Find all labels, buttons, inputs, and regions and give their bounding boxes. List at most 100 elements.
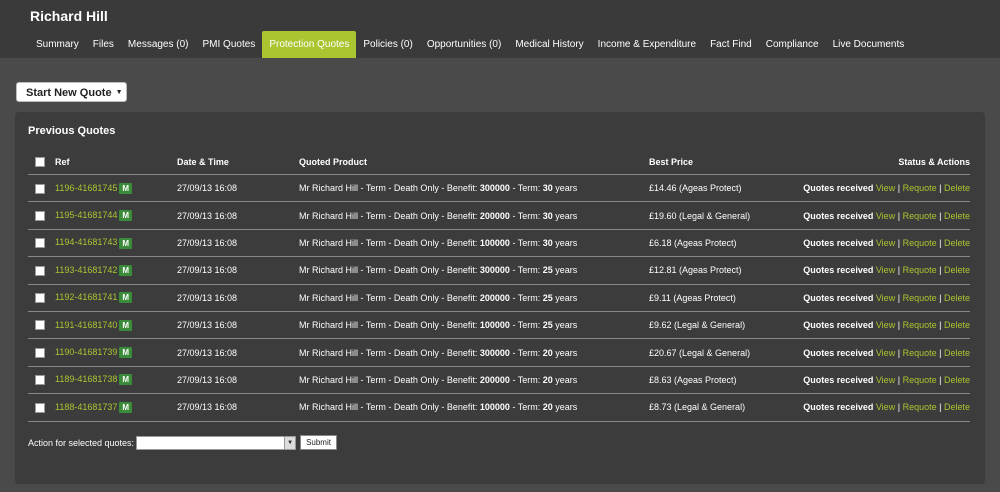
product-prefix: Mr Richard Hill - Term - Death Only - Be… (299, 402, 480, 413)
term-label: - Term: (509, 210, 543, 221)
start-new-quote-button[interactable]: Start New Quote ▼ (16, 82, 127, 102)
view-link[interactable]: View (876, 348, 895, 358)
row-checkbox[interactable] (35, 375, 45, 386)
price-cell: £8.73 (Legal & General) (649, 393, 789, 422)
row-checkbox[interactable] (35, 265, 45, 276)
status-text: Quotes received (803, 265, 874, 276)
delete-link[interactable]: Delete (944, 320, 970, 330)
select-all-checkbox[interactable] (35, 157, 45, 168)
product-prefix: Mr Richard Hill - Term - Death Only - Be… (299, 320, 480, 331)
tab-summary[interactable]: Summary (29, 31, 86, 58)
tab-files[interactable]: Files (86, 31, 121, 58)
ref-link[interactable]: 1191-41681740 (55, 320, 117, 330)
status-text: Quotes received (803, 402, 874, 413)
row-select-cell (28, 393, 55, 422)
tab-pmi-quotes[interactable]: PMI Quotes (196, 31, 263, 58)
ref-link[interactable]: 1196-41681745 (55, 183, 117, 193)
previous-quotes-panel: Previous Quotes Ref Date & Time Quoted P… (15, 112, 985, 484)
ref-link[interactable]: 1188-41681737 (55, 402, 117, 412)
view-link[interactable]: View (876, 183, 895, 193)
m-badge: M (119, 182, 133, 194)
row-select-cell (28, 338, 55, 367)
delete-link[interactable]: Delete (944, 183, 970, 193)
status-text: Quotes received (803, 374, 874, 385)
requote-link[interactable]: Requote (903, 293, 937, 303)
status-cell: Quotes received View | Requote | Delete (789, 256, 970, 285)
separator: | (897, 237, 901, 248)
view-link[interactable]: View (876, 375, 895, 385)
m-badge: M (119, 401, 133, 413)
term-suffix: years (552, 265, 578, 276)
action-label: Action for selected quotes: (28, 437, 135, 448)
row-checkbox[interactable] (35, 320, 45, 331)
tab-medical-history[interactable]: Medical History (508, 31, 590, 58)
term-label: - Term: (509, 347, 543, 358)
tab-fact-find[interactable]: Fact Find (703, 31, 759, 58)
benefit-value: 100000 (479, 402, 510, 413)
tab-opportunities[interactable]: Opportunities (0) (420, 31, 508, 58)
ref-link[interactable]: 1195-41681744 (55, 210, 117, 220)
row-checkbox[interactable] (35, 347, 45, 358)
select-all-cell (28, 150, 55, 175)
tab-income-expenditure[interactable]: Income & Expenditure (591, 31, 703, 58)
requote-link[interactable]: Requote (903, 402, 937, 412)
tab-protection-quotes[interactable]: Protection Quotes (262, 31, 357, 58)
term-value: 25 (542, 265, 553, 276)
requote-link[interactable]: Requote (903, 348, 937, 358)
delete-link[interactable]: Delete (944, 238, 970, 248)
tab-live-documents[interactable]: Live Documents (826, 31, 912, 58)
requote-link[interactable]: Requote (903, 375, 937, 385)
row-select-cell (28, 366, 55, 395)
delete-link[interactable]: Delete (944, 375, 970, 385)
submit-button[interactable]: Submit (300, 435, 337, 450)
row-select-cell (28, 311, 55, 340)
separator: | (939, 210, 942, 221)
ref-link[interactable]: 1194-41681743 (55, 237, 117, 247)
price-cell: £14.46 (Ageas Protect) (649, 174, 789, 203)
datetime-cell: 27/09/13 16:08 (177, 366, 299, 395)
row-checkbox[interactable] (35, 210, 45, 221)
row-checkbox[interactable] (35, 183, 45, 194)
requote-link[interactable]: Requote (903, 238, 937, 248)
ref-link[interactable]: 1189-41681738 (55, 374, 117, 384)
term-value: 20 (542, 374, 553, 385)
requote-link[interactable]: Requote (903, 265, 937, 275)
ref-link[interactable]: 1193-41681742 (55, 265, 117, 275)
ref-cell: 1189-41681738 M (55, 366, 177, 395)
view-link[interactable]: View (876, 293, 895, 303)
view-link[interactable]: View (876, 402, 895, 412)
status-cell: Quotes received View | Requote | Delete (789, 284, 970, 312)
view-link[interactable]: View (876, 320, 895, 330)
status-cell: Quotes received View | Requote | Delete (789, 174, 970, 203)
table-row: 1196-41681745 M 27/09/13 16:08 Mr Richard H… (28, 174, 970, 203)
delete-link[interactable]: Delete (944, 293, 970, 303)
view-link[interactable]: View (876, 265, 895, 275)
status-cell: Quotes received View | Requote | Delete (789, 311, 970, 340)
row-checkbox[interactable] (35, 402, 45, 413)
tab-policies[interactable]: Policies (0) (356, 31, 419, 58)
ref-link[interactable]: 1190-41681739 (55, 347, 117, 357)
separator: | (897, 374, 901, 385)
delete-link[interactable]: Delete (944, 265, 970, 275)
view-link[interactable]: View (876, 211, 895, 221)
ref-cell: 1190-41681739 M (55, 338, 177, 367)
delete-link[interactable]: Delete (944, 348, 970, 358)
action-select[interactable]: ▼ (136, 435, 297, 450)
requote-link[interactable]: Requote (903, 183, 937, 193)
requote-link[interactable]: Requote (903, 211, 937, 221)
datetime-cell: 27/09/13 16:08 (177, 201, 299, 230)
row-checkbox[interactable] (35, 238, 45, 249)
m-badge: M (119, 292, 133, 304)
delete-link[interactable]: Delete (944, 211, 970, 221)
m-badge: M (119, 237, 133, 249)
product-cell: Mr Richard Hill - Term - Death Only - Be… (299, 338, 649, 367)
delete-link[interactable]: Delete (944, 402, 970, 412)
row-checkbox[interactable] (35, 293, 45, 304)
tab-compliance[interactable]: Compliance (759, 31, 826, 58)
product-prefix: Mr Richard Hill - Term - Death Only - Be… (299, 210, 480, 221)
requote-link[interactable]: Requote (903, 320, 937, 330)
view-link[interactable]: View (876, 238, 895, 248)
ref-link[interactable]: 1192-41681741 (55, 292, 117, 302)
tab-messages[interactable]: Messages (0) (121, 31, 196, 58)
col-datetime: Date & Time (177, 150, 299, 175)
